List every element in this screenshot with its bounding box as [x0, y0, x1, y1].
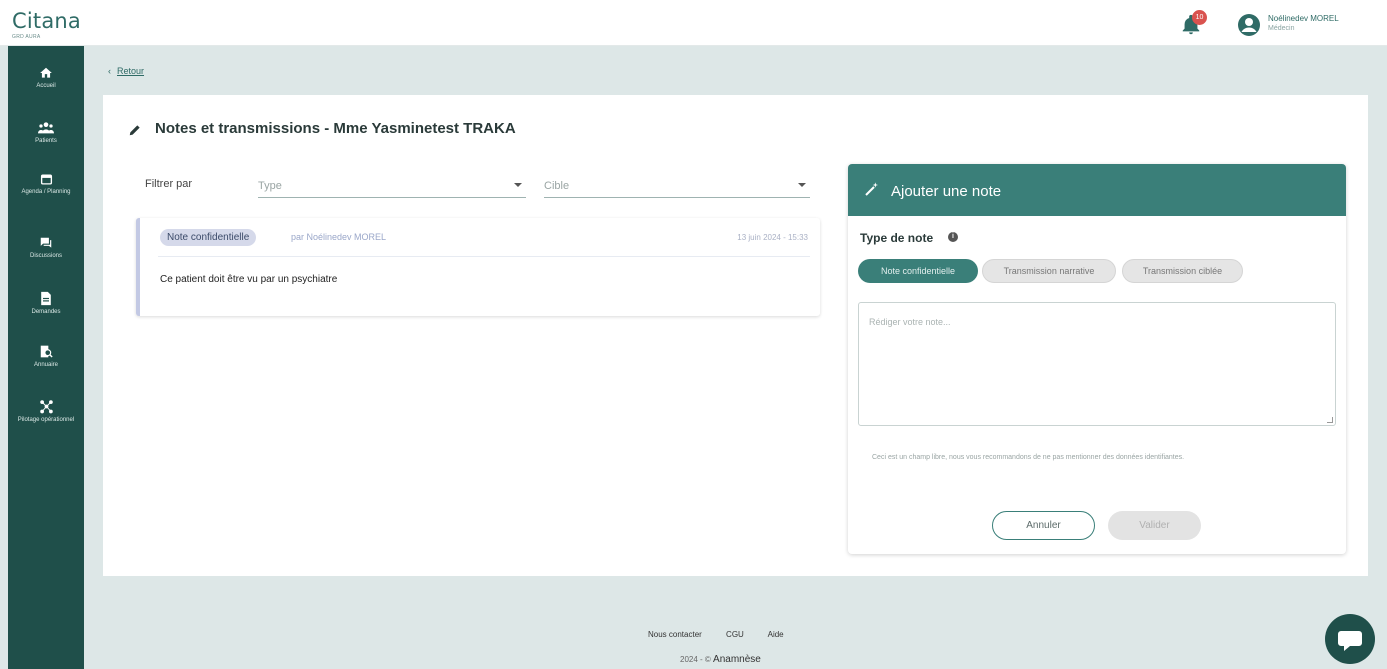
notification-badge: 10 — [1192, 10, 1207, 25]
note-type-badge: Note confidentielle — [160, 229, 257, 246]
sidebar: Accueil Patients Agenda / Planning Discu… — [8, 46, 84, 669]
user-avatar-icon[interactable] — [1237, 13, 1261, 37]
logo-subtitle: GRD AURA — [12, 34, 41, 40]
back-link[interactable]: ‹ Retour — [108, 66, 144, 76]
target-filter-select[interactable]: Cible — [544, 176, 810, 198]
sidebar-item-label: Accueil — [36, 83, 56, 89]
user-name[interactable]: Noélinedev MOREL — [1268, 14, 1339, 23]
add-note-panel: Ajouter une note Type de note i Note con… — [848, 164, 1346, 554]
patients-icon — [38, 122, 54, 134]
sidebar-item-agenda[interactable]: Agenda / Planning — [8, 172, 84, 196]
chip-transmission-narrative[interactable]: Transmission narrative — [982, 259, 1116, 283]
resize-handle-icon[interactable] — [1327, 417, 1333, 423]
sidebar-item-discussions[interactable]: Discussions — [8, 236, 84, 260]
back-link-label: Retour — [117, 66, 145, 76]
sidebar-item-label: Discussions — [29, 253, 62, 259]
target-filter-placeholder: Cible — [544, 180, 570, 192]
user-role: Médecin — [1268, 25, 1295, 32]
chip-note-confidentielle[interactable]: Note confidentielle — [858, 259, 978, 283]
cancel-button[interactable]: Annuler — [992, 511, 1095, 540]
sidebar-item-label: Agenda / Planning — [21, 189, 71, 195]
sidebar-item-label: Patients — [35, 138, 57, 144]
note-divider — [158, 256, 810, 257]
sidebar-item-demandes[interactable]: Demandes — [8, 291, 84, 316]
footer-help-link[interactable]: Aide — [768, 630, 784, 639]
caret-down-icon — [798, 183, 806, 187]
footer-copyright: 2024 - © Anamnèse — [680, 654, 761, 665]
sidebar-item-patients[interactable]: Patients — [8, 121, 84, 145]
footer-brand: Anamnèse — [713, 654, 761, 665]
top-bar: Citana GRD AURA 10 Noélinedev MOREL Méde… — [0, 0, 1387, 46]
footer-links: Nous contacter CGU Aide — [648, 630, 806, 639]
chat-bubble-icon — [1338, 631, 1362, 651]
type-filter-placeholder: Type — [258, 180, 282, 192]
privacy-hint: Ceci est un champ libre, nous vous recom… — [872, 454, 1185, 461]
chevron-left-icon: ‹ — [108, 66, 111, 76]
chat-icon — [40, 237, 52, 248]
sidebar-item-pilotage[interactable]: Pilotage opérationnel — [8, 399, 84, 424]
validate-button[interactable]: Valider — [1108, 511, 1201, 540]
directory-icon — [40, 345, 53, 358]
chat-bubble-button[interactable] — [1325, 614, 1375, 664]
type-filter-select[interactable]: Type — [258, 176, 526, 198]
note-type-label: Type de note — [860, 231, 934, 245]
footer-cgu-link[interactable]: CGU — [726, 630, 744, 639]
page-title: Notes et transmissions - Mme Yasminetest… — [155, 120, 516, 137]
add-note-header: Ajouter une note — [848, 164, 1346, 216]
calendar-icon — [40, 174, 52, 185]
magic-wand-icon — [865, 182, 878, 196]
app-logo[interactable]: Citana GRD AURA — [12, 9, 81, 40]
info-icon[interactable]: i — [948, 232, 958, 242]
sidebar-item-accueil[interactable]: Accueil — [8, 66, 84, 90]
caret-down-icon — [514, 183, 522, 187]
network-icon — [39, 400, 53, 414]
sidebar-item-annuaire[interactable]: Annuaire — [8, 344, 84, 369]
document-icon — [41, 291, 51, 306]
sidebar-item-label: Pilotage opérationnel — [17, 417, 75, 423]
sidebar-item-label: Annuaire — [33, 362, 59, 368]
chip-transmission-ciblee[interactable]: Transmission ciblée — [1122, 259, 1243, 283]
footer-contact-link[interactable]: Nous contacter — [648, 630, 702, 639]
sidebar-item-label: Demandes — [31, 309, 61, 315]
note-textarea[interactable]: Rédiger votre note... — [858, 302, 1336, 426]
logo-text: Citana — [12, 9, 81, 33]
note-card[interactable]: Note confidentielle par Noélinedev MOREL… — [136, 218, 820, 316]
filter-label: Filtrer par — [145, 178, 193, 190]
add-note-title: Ajouter une note — [891, 183, 1002, 200]
note-body: Ce patient doit être vu par un psychiatr… — [160, 274, 338, 285]
home-icon — [40, 67, 52, 78]
note-date: 13 juin 2024 - 15:33 — [737, 233, 808, 242]
note-textarea-placeholder: Rédiger votre note... — [869, 317, 951, 327]
note-author: par Noélinedev MOREL — [291, 232, 387, 242]
